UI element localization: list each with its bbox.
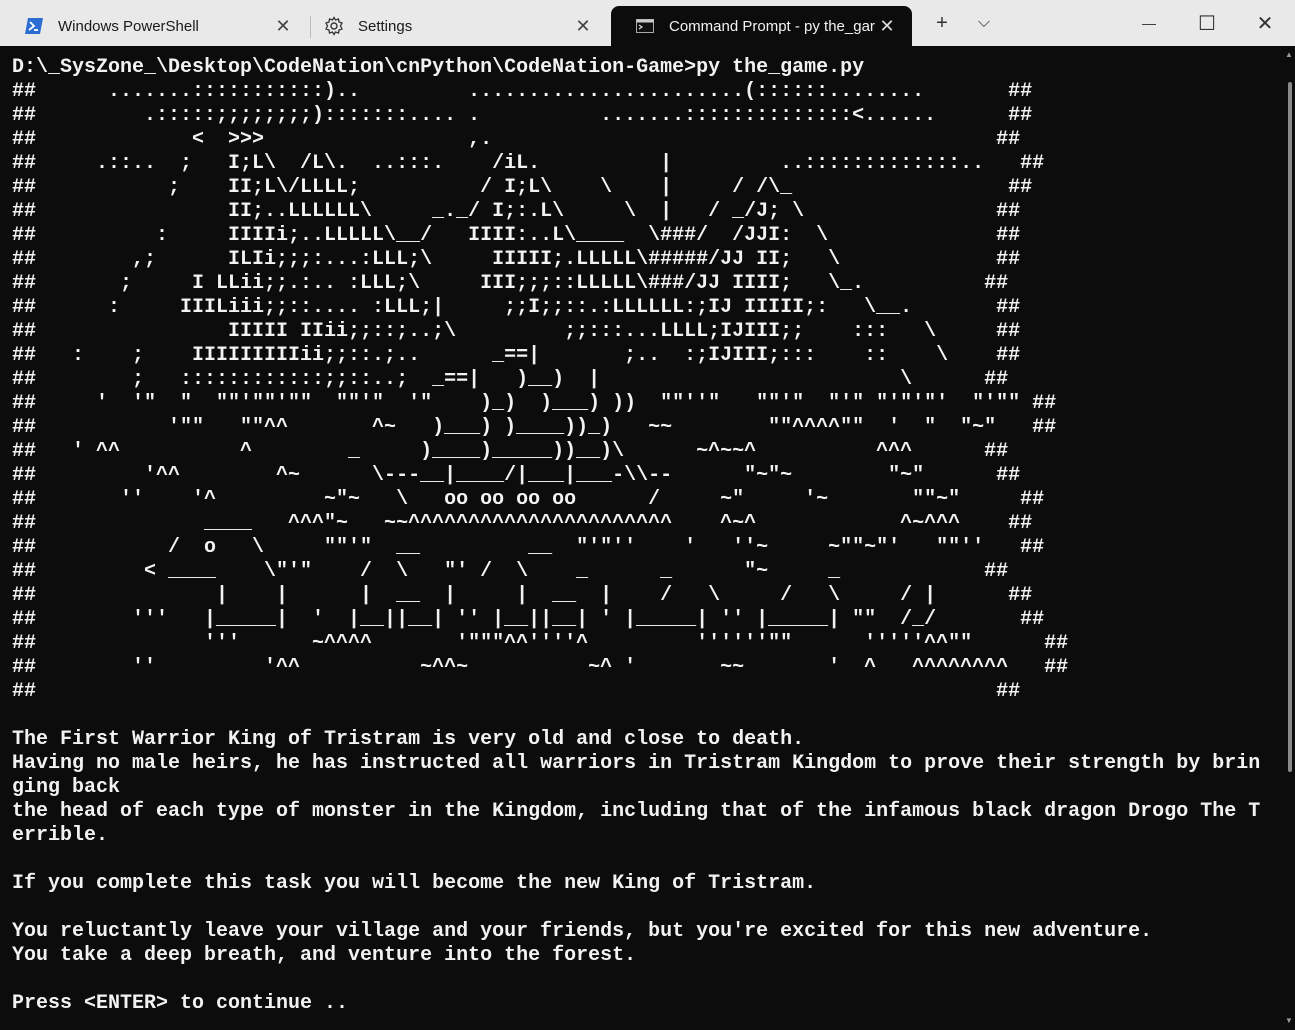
- tab-windows-powershell[interactable]: Windows PowerShell ✕: [0, 6, 308, 46]
- terminal-line: D:\_SysZone_\Desktop\CodeNation\cnPython…: [12, 56, 865, 79]
- terminal-line: ## IIIII IIii;;::;..;\ ;;:::...LLLL;IJII…: [12, 320, 1021, 343]
- terminal-line: ## ; ::::::::::::;;::..; _==| )__) | \ #…: [12, 368, 1009, 391]
- terminal-line: ## ____ ^^^"~ ~~^^^^^^^^^^^^^^^^^^^^^^ ^…: [12, 512, 1033, 535]
- terminal-line: Press <ENTER> to continue ..: [12, 992, 349, 1015]
- terminal-line: You take a deep breath, and venture into…: [12, 944, 637, 967]
- terminal-line: ## | | | __ | | __ | / \ / \ / | ##: [12, 584, 1033, 607]
- terminal-line: ## .:::::;;;;;;;;):::::::.... . .......:…: [12, 104, 1033, 127]
- terminal-line: ging back: [12, 776, 121, 799]
- terminal-line: ## ''' |_____| ' |__||__| '' |__||__| ' …: [12, 608, 1045, 631]
- terminal-line: ## ' '" " ""'""'"" ""'" '" )_) )___) )) …: [12, 392, 1057, 415]
- tab-command-prompt[interactable]: Command Prompt - py the_gar ✕: [611, 6, 912, 46]
- terminal-line: ## < ____ \"'" / \ "' / \ _ _ "~ _ ##: [12, 560, 1009, 583]
- terminal-line: ## '"" ""^^ ^~ )___) )____))_) ~~ ""^^^^…: [12, 416, 1057, 439]
- gear-icon: [324, 16, 344, 36]
- powershell-icon: [24, 16, 44, 36]
- terminal-line: ## '' '^^ ~^^~ ~^ ' ~~ ' ^ ^^^^^^^^ ##: [12, 656, 1069, 679]
- close-icon[interactable]: ✕: [572, 15, 594, 37]
- terminal-line: ## ''' ~^^^^ '"""^^''''^ ''''''"" '''''^…: [12, 632, 1069, 655]
- tab-settings[interactable]: Settings ✕: [300, 6, 608, 46]
- terminal-line: the head of each type of monster in the …: [12, 800, 1261, 823]
- terminal-line: ## / o \ ""'" __ __ "'"'' ' ''~ ~""~"' "…: [12, 536, 1045, 559]
- tab-label: Settings: [358, 17, 413, 35]
- cmd-icon: [635, 16, 655, 36]
- terminal-line: ## : IIIIi;..LLLLL\__/ IIII:..L\____ \##…: [12, 224, 1021, 247]
- terminal-line: ## ' ^^ ^ _ )____)_____))__)\ ~^~~^ ^^^ …: [12, 440, 1009, 463]
- terminal-line: ## ,; ILIi;;;:...:LLL;\ IIIII;.LLLLL\###…: [12, 248, 1021, 271]
- terminal-line: errible.: [12, 824, 109, 847]
- terminal-output: D:\_SysZone_\Desktop\CodeNation\cnPython…: [12, 56, 1260, 1016]
- terminal-line: ## ; I LLii;;.:.. :LLL;\ III;;;::LLLLL\#…: [12, 272, 1009, 295]
- maximize-button[interactable]: ☐: [1179, 0, 1235, 46]
- terminal-line: ## < >>> ,. ##: [12, 128, 1021, 151]
- terminal-line: You reluctantly leave your village and y…: [12, 920, 1153, 943]
- tab-label: Command Prompt - py the_gar: [669, 17, 875, 35]
- terminal-line: ## II;..LLLLLL\ _._/ I;:.L\ \ | / _/J; \…: [12, 200, 1021, 223]
- terminal-line: ## '' '^ ~"~ \ oo oo oo oo / ~" '~ ""~" …: [12, 488, 1045, 511]
- terminal-line: ## '^^ ^~ \---__|____/|___|___-\\-- "~"~…: [12, 464, 1021, 487]
- terminal-line: ## : IIILiii;;::.... :LLL;| ;;I;;::.:LLL…: [12, 296, 1021, 319]
- minimize-button[interactable]: —: [1121, 0, 1177, 46]
- terminal-line: ## .......:::::::::::).. ...............…: [12, 80, 1033, 103]
- terminal-line: ## ##: [12, 680, 1021, 703]
- terminal-pane[interactable]: D:\_SysZone_\Desktop\CodeNation\cnPython…: [0, 46, 1295, 1030]
- terminal-line: ## : ; IIIIIIIIIii;;::.;.. _==| ;.. :;IJ…: [12, 344, 1021, 367]
- terminal-line: Having no male heirs, he has instructed …: [12, 752, 1261, 775]
- terminal-line: ## .::.. ; I;L\ /L\. ..:::. /iL. | ..:::…: [12, 152, 1045, 175]
- terminal-line: The First Warrior King of Tristram is ve…: [12, 728, 805, 751]
- tab-label: Windows PowerShell: [58, 17, 199, 35]
- close-icon[interactable]: ✕: [272, 15, 294, 37]
- scroll-down-arrow[interactable]: ▼: [1284, 1016, 1294, 1026]
- terminal-line: ## ; II;L\/LLLL; / I;L\ \ | / /\_ ##: [12, 176, 1033, 199]
- tab-dropdown-button[interactable]: ⌵: [956, 0, 1012, 46]
- close-icon[interactable]: ✕: [876, 15, 898, 37]
- scrollbar-thumb[interactable]: [1288, 82, 1292, 772]
- close-window-button[interactable]: ✕: [1237, 0, 1293, 46]
- terminal-line: If you complete this task you will becom…: [12, 872, 817, 895]
- title-bar: Windows PowerShell ✕ Settings ✕ Command …: [0, 0, 1295, 46]
